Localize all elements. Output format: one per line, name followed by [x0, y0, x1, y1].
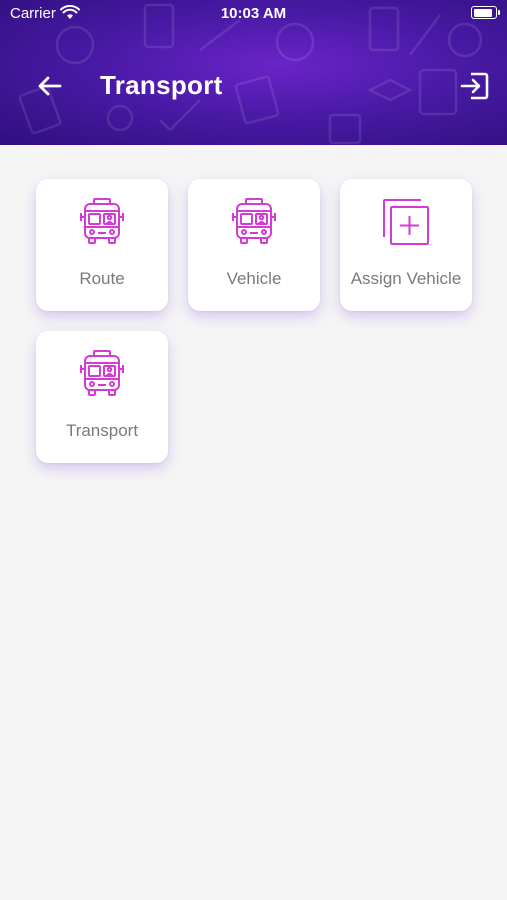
vehicle-card[interactable]: Vehicle [188, 179, 320, 311]
route-card[interactable]: Route [36, 179, 168, 311]
logout-button[interactable] [459, 70, 491, 102]
page-title: Transport [100, 70, 223, 100]
status-bar: Carrier 10:03 AM [0, 0, 507, 28]
transport-card[interactable]: Transport [36, 331, 168, 463]
transport-label: Transport [65, 421, 139, 440]
bus-icon [80, 350, 124, 396]
assign-vehicle-card[interactable]: Assign Vehicle [340, 179, 472, 311]
vehicle-label: Vehicle [226, 269, 282, 288]
logout-icon [460, 72, 489, 100]
bus-icon [232, 198, 276, 244]
route-label: Route [79, 269, 125, 288]
arrow-left-icon [38, 76, 62, 96]
status-time: 10:03 AM [220, 5, 287, 22]
back-button[interactable] [36, 72, 64, 100]
battery-icon [471, 6, 500, 19]
add-square-icon [383, 199, 429, 245]
assign-vehicle-label: Assign Vehicle [350, 269, 462, 288]
bus-icon [80, 198, 124, 244]
